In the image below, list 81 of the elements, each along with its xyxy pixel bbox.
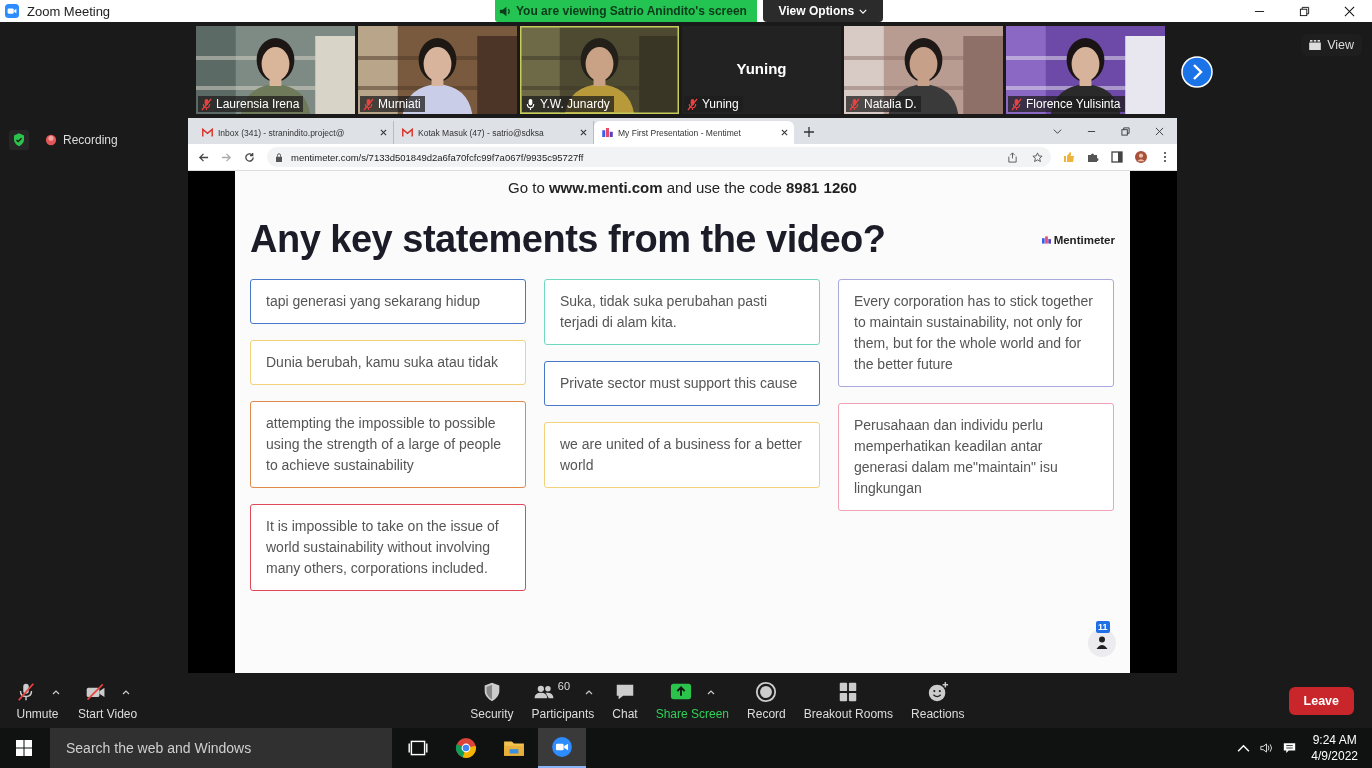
toolbar-button[interactable]: Reactions <box>902 680 974 721</box>
address-bar[interactable]: mentimeter.com/s/7133d501849d2a6fa70fcfc99f7a067f/9935c95727ff <box>267 147 1051 167</box>
bars-icon <box>1041 235 1051 244</box>
next-page-icon[interactable] <box>1181 56 1213 88</box>
zoom-logo-icon <box>5 4 19 18</box>
record-icon <box>755 681 778 703</box>
caret-icon[interactable] <box>585 689 594 695</box>
window-title: Zoom Meeting <box>27 3 111 19</box>
recording-icon <box>45 134 57 146</box>
bars-icon <box>602 128 613 137</box>
response-card: Private sector must support this cause <box>544 361 820 406</box>
participant-name: Y.W. Junardy <box>540 97 610 111</box>
toolbar-button[interactable]: Security <box>461 680 523 721</box>
response-card: Suka, tidak suka perubahan pasti terjadi di alam kita. <box>544 279 820 345</box>
participant-name: Yuning <box>735 60 788 77</box>
browser-icon <box>455 737 477 759</box>
response-card: It is impossible to take on the issue of world sustainability without involving many others, corporations included. <box>250 504 526 591</box>
grid-icon <box>1309 40 1322 50</box>
toolbar-button[interactable]: Unmute <box>6 680 69 721</box>
thumbs-up-icon[interactable] <box>1063 151 1075 163</box>
participant-name: Laurensia Irena <box>216 97 300 111</box>
toolbar-button[interactable]: Chat <box>603 680 647 721</box>
participant-name: Natalia D. <box>864 97 917 111</box>
response-card: Dunia berubah, kamu suka atau tidak <box>250 340 526 385</box>
taskbar-app[interactable] <box>538 728 586 768</box>
slide-title: Any key statements from the video? <box>250 218 887 261</box>
speaker-icon[interactable] <box>1260 742 1274 754</box>
toolbar-button[interactable]: Breakout Rooms <box>794 680 903 721</box>
mail-icon <box>202 128 213 137</box>
view-options-button[interactable]: View Options <box>762 0 883 22</box>
participant-name: Yuning <box>702 97 739 111</box>
clock-date: 4/9/2022 <box>1311 748 1358 764</box>
chevron-down-icon <box>859 8 868 14</box>
participant-name: Florence Yulisinta <box>1026 97 1121 111</box>
toolbar-button[interactable]: Record <box>738 680 795 721</box>
caret-icon[interactable] <box>122 689 131 695</box>
muted-mic-icon <box>15 681 37 703</box>
close-icon[interactable] <box>781 129 788 136</box>
view-button[interactable]: View <box>1301 34 1362 56</box>
toolbar-button[interactable]: Start Video <box>69 680 147 721</box>
banner-text: You are viewing Satrio Anindito's screen <box>516 4 747 18</box>
caret-icon[interactable] <box>52 689 60 695</box>
new-tab-icon[interactable] <box>804 127 814 137</box>
restore-icon[interactable] <box>1121 127 1130 136</box>
browser-tab[interactable]: My First Presentation - Mentimet <box>594 121 794 144</box>
reload-icon[interactable] <box>244 151 255 163</box>
response-card: we are united of a business for a better world <box>544 422 820 488</box>
join-instruction: Go to www.menti.com and use the code 8981 1260 <box>507 179 858 196</box>
response-card: attempting the impossible to possible using the strength of a large of people to achieve sustainability <box>250 401 526 488</box>
participant-name: Murniati <box>378 97 421 111</box>
close-icon[interactable] <box>1155 127 1164 136</box>
response-card: Perusahaan dan individu perlu memperhatikan keadilan antar generasi dalam me"maintain" isu lingkungan <box>838 403 1114 511</box>
leave-button[interactable]: Leave <box>1288 686 1354 715</box>
close-icon[interactable] <box>380 129 387 136</box>
sidebar-icon[interactable] <box>1111 151 1123 163</box>
count-badge: 11 <box>1096 621 1110 633</box>
mail-icon <box>402 128 413 137</box>
smiley-plus-icon <box>926 681 949 703</box>
close-icon[interactable] <box>1344 5 1355 17</box>
close-icon[interactable] <box>580 129 587 136</box>
search-field[interactable]: Search the web and Windows <box>50 728 392 768</box>
profile-avatar-icon[interactable] <box>1135 151 1147 163</box>
person-icon <box>1088 629 1116 657</box>
toolbar-button[interactable]: 60 Participants <box>522 680 604 721</box>
caret-icon[interactable] <box>706 689 715 695</box>
response-card: Every corporation has to stick together to maintain sustainability, not only for them, but for the whole world and for the better future <box>838 279 1114 387</box>
notification-icon[interactable] <box>1283 742 1297 754</box>
windows-logo-icon[interactable] <box>16 740 32 756</box>
toolbar-button[interactable]: Share Screen <box>646 680 739 721</box>
back-icon[interactable] <box>198 151 209 163</box>
response-card: tapi generasi yang sekarang hidup <box>250 279 526 324</box>
recording-label: Recording <box>63 133 118 147</box>
participant-count: 60 <box>557 680 571 692</box>
puzzle-icon[interactable] <box>1087 151 1099 163</box>
clock-time: 9:24 AM <box>1312 732 1357 748</box>
dropdown-icon[interactable] <box>1053 127 1062 136</box>
shield-icon[interactable] <box>9 130 29 150</box>
caret-icon[interactable] <box>1237 742 1251 754</box>
video-camera-icon <box>551 736 573 758</box>
brand-name: Mentimeter <box>1053 233 1115 246</box>
maximize-icon[interactable] <box>1299 5 1310 17</box>
